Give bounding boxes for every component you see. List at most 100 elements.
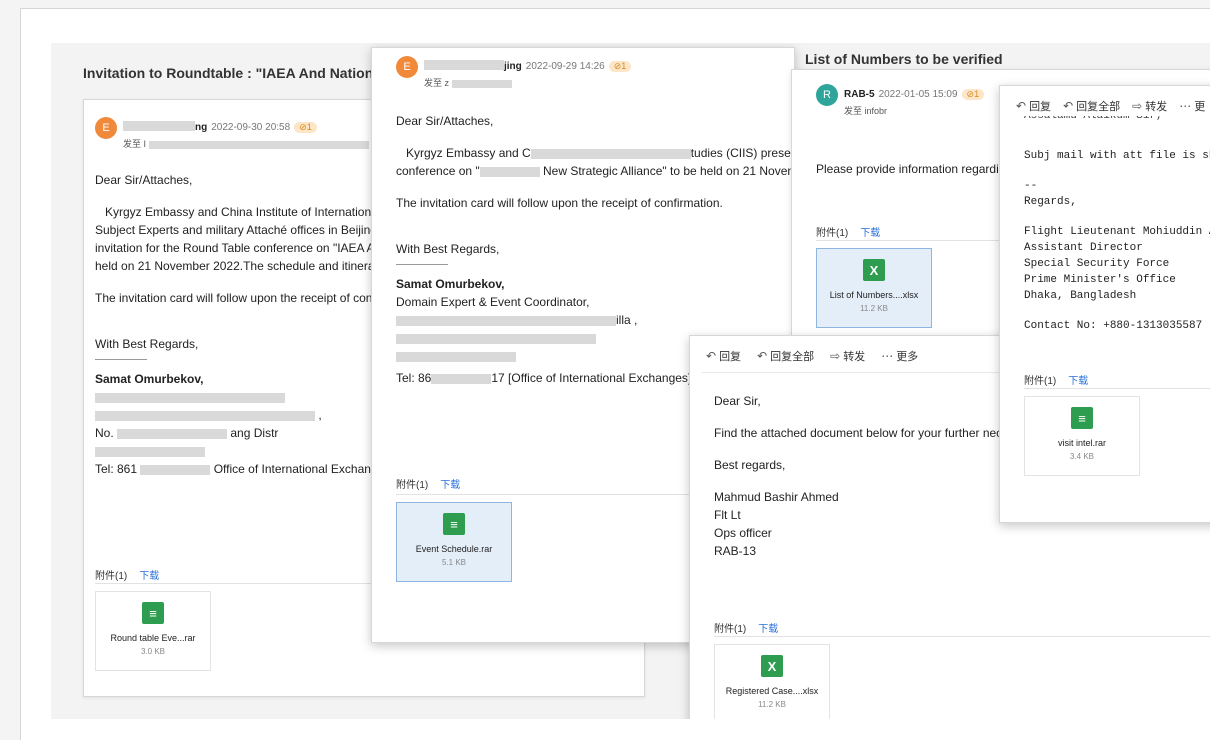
badge-count: 1 [621,61,627,71]
sender-name[interactable]: jing [504,61,522,72]
zip-file-icon: ≡ [142,602,164,624]
forward-icon: ⇨ [1132,99,1143,113]
forward-button[interactable]: ⇨ 转发 [1132,98,1167,114]
redacted-line [95,392,285,403]
visit-intel-email-window: ↶ 回复 ↶ 回复全部 ⇨ 转发 ⋯ 更 Assalamu Alaikum Sir, S… [999,85,1210,523]
body-line: Special Security Force [1024,258,1170,270]
body-line: Please provide information regardin [816,162,1006,176]
reply-all-icon: ↶ [757,349,768,363]
attachments-label: 附件(1) [1024,376,1057,387]
body-line: tudies (CIIS) present [690,146,795,160]
redacted-text [479,166,540,177]
intel-top-cut: Assalamu Alaikum Sir, [1024,116,1163,130]
redacted-text [530,148,691,159]
signature-name: Samat Omurbekov, [396,277,505,291]
body-line: The invitation card will follow upon the… [396,196,723,210]
redacted-sender [123,120,195,131]
download-link[interactable]: 下载 [440,476,460,491]
intel-attachments-header: 附件(1) 下载 [1024,372,1088,387]
sent-date: 2022-01-05 15:09 [878,89,958,100]
attachment-size: 5.1 KB [441,558,466,567]
body-line: Prime Minister's Office [1024,274,1176,286]
body-line: held on 21 November 2022.The schedule an… [95,259,385,273]
roundtable-body: Dear Sir/Attaches, Kyrgyz Embassy and Ch… [95,173,385,476]
body-line: conference on " [396,164,480,178]
body-line: Mahmud Bashir Ahmed [714,490,839,504]
redacted-phone [431,373,492,384]
regards: With Best Regards, [95,337,199,351]
sender-name[interactable]: RAB-5 [844,89,875,100]
numbers-attachments-header: 附件(1) 下载 [816,224,880,239]
reply-icon: ↶ [706,349,717,363]
recipient-label: 发至 I [123,139,147,149]
body-line: Assalamu Alaikum Sir, [1024,116,1163,122]
download-link[interactable]: 下载 [139,567,159,582]
redacted-line [95,410,315,421]
intel-toolbar: ↶ 回复 ↶ 回复全部 ⇨ 转发 ⋯ 更 [1016,98,1205,114]
attachment-name: visit intel.rar [1057,438,1106,448]
attachment-count-badge: ⊘1 [608,61,632,72]
body-line: Kyrgyz Embassy and China Institute of In… [105,205,378,219]
forward-button[interactable]: ⇨ 转发 [830,348,865,364]
address-prefix: No. [95,426,114,440]
attachment-card-roundtable[interactable]: ≡ Round table Eve...rar 3.0 KB [95,591,211,671]
attachment-card-visit-intel[interactable]: ≡ visit intel.rar 3.4 KB [1024,396,1140,476]
greeting: Dear Sir/Attaches, [95,173,193,187]
body-line: Flight Lieutenant Mohiuddin Ahmad [1024,226,1210,238]
attachment-count-badge: ⊘1 [294,122,317,133]
attachments-label: 附件(1) [816,228,849,239]
zip-file-icon: ≡ [1071,407,1093,429]
registered-toolbar: ↶ 回复 ↶ 回复全部 ⇨ 转发 ⋯ 更多 [706,348,918,364]
sender-name[interactable]: ng [195,122,207,133]
more-button[interactable]: ⋯ 更多 [881,348,918,364]
avatar: E [95,117,117,139]
body-line: The invitation card will follow upon the… [95,291,383,305]
signature-divider [396,264,448,265]
body-line: Dear Sir, [714,394,761,408]
registered-body: Dear Sir, Find the attached document bel… [714,392,1009,560]
attachments-label: 附件(1) [714,624,747,635]
body-line: Ops officer [714,526,772,540]
signature-role: Domain Expert & Event Coordinator, [396,295,590,309]
attachment-name: Registered Case....xlsx [725,686,819,696]
screenshot-frame: Invitation to Roundtable : "IAEA And Nat… [20,8,1210,740]
reply-button[interactable]: ↶ 回复 [1016,98,1051,114]
reply-button[interactable]: ↶ 回复 [706,348,741,364]
attachment-card-registered-case[interactable]: X Registered Case....xlsx 11.2 KB [714,644,830,719]
attachment-name: List of Numbers....xlsx [829,290,919,300]
more-button[interactable]: ⋯ 更 [1179,98,1205,114]
attachment-size: 11.2 KB [860,304,888,313]
numbers-body: Please provide information regardin [816,160,1005,178]
attachment-card-event-schedule[interactable]: ≡ Event Schedule.rar 5.1 KB [396,502,512,582]
badge-count: 1 [306,122,312,132]
address-suffix: illa , [616,313,638,327]
excel-file-icon: X [761,655,783,677]
sent-date: 2022-09-29 14:26 [525,61,605,72]
body-line: invitation for the Round Table conferenc… [95,241,375,255]
redacted-recipient [148,140,369,149]
attachment-card-list-of-numbers[interactable]: X List of Numbers....xlsx 11.2 KB [816,248,932,328]
numbers-header: R RAB-5 2022-01-05 15:09 ⊘1 发至 infobr [816,84,985,117]
registered-attachments-header: 附件(1) 下载 [714,620,778,635]
greeting: Dear Sir/Attaches, [396,114,494,128]
intel-body: Subj mail with att file is shared for yo… [1024,148,1210,334]
download-link[interactable]: 下载 [860,224,880,239]
download-link[interactable]: 下载 [1068,372,1088,387]
attachment-size: 3.4 KB [1069,452,1094,461]
more-icon: ⋯ [1179,99,1192,113]
roundtable-header: E ng 2022-09-30 20:58 ⊘1 发至 I [95,117,369,150]
zip-file-icon: ≡ [443,513,465,535]
regards: With Best Regards, [396,242,500,256]
reply-all-button[interactable]: ↶ 回复全部 [1063,98,1120,114]
attachment-name: Round table Eve...rar [110,633,196,643]
download-link[interactable]: 下载 [758,620,778,635]
reply-all-button[interactable]: ↶ 回复全部 [757,348,814,364]
forward-icon: ⇨ [830,349,841,363]
reply-icon: ↶ [1016,99,1027,113]
tel-prefix: Tel: 861 [95,462,138,476]
reply-all-icon: ↶ [1063,99,1074,113]
attachments-label: 附件(1) [396,480,429,491]
event-attachments-header: 附件(1) 下载 [396,476,460,491]
body-line: RAB-13 [714,544,757,558]
body-line: New Strategic Alliance" to be held on 21… [543,164,795,178]
